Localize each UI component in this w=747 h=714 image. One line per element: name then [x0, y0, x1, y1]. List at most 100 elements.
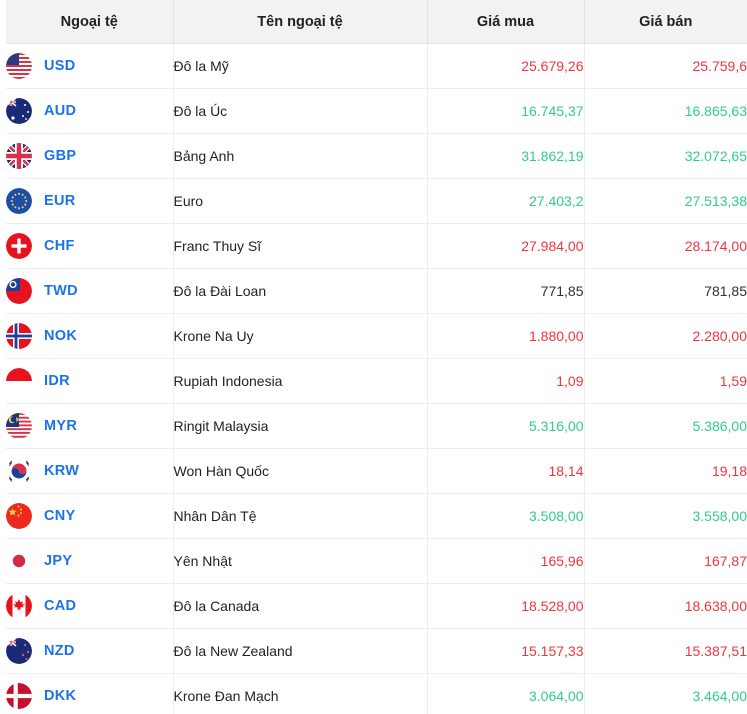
flag-ch-icon: [6, 233, 32, 259]
currency-name-cell: Nhân Dân Tệ: [173, 493, 428, 539]
currency-code-label: CHF: [44, 238, 75, 254]
currency-code-label: NZD: [44, 643, 75, 659]
table-body: USD Đô la Mỹ 25.679,26 25.759,6 AUD Đô la Úc 1…: [6, 43, 747, 714]
currency-name-cell: Đô la Canada: [173, 583, 428, 629]
currency-name-cell: Franc Thuy Sĩ: [173, 223, 428, 269]
currency-code-label: NOK: [44, 328, 78, 344]
column-header-currency-name: Tên ngoại tệ: [173, 0, 428, 44]
currency-name-cell: Rupiah Indonesia: [173, 358, 428, 404]
buy-price-cell: 3.064,00: [427, 673, 585, 714]
currency-code-label: EUR: [44, 193, 76, 209]
sell-price-cell: 1,59: [584, 358, 747, 404]
currency-code-cell: IDR: [6, 358, 174, 404]
table-row[interactable]: NOK Krone Na Uy 1.880,00 2.280,00: [6, 313, 747, 359]
table-row[interactable]: USD Đô la Mỹ 25.679,26 25.759,6: [6, 43, 747, 89]
sell-price-cell: 19,18: [584, 448, 747, 494]
currency-code-label: IDR: [44, 373, 70, 389]
flag-us-icon: [6, 53, 32, 79]
sell-price-cell: 3.464,00: [584, 673, 747, 714]
currency-code-cell: KRW: [6, 448, 174, 494]
sell-price-cell: 167,87: [584, 538, 747, 584]
currency-code-label: GBP: [44, 148, 77, 164]
buy-price-cell: 771,85: [427, 268, 585, 314]
currency-code-cell: NOK: [6, 313, 174, 359]
currency-name-cell: Krone Đan Mạch: [173, 673, 428, 714]
column-header-currency-code: Ngoại tệ: [6, 0, 174, 44]
table-row[interactable]: KRW Won Hàn Quốc 18,14 19,18: [6, 448, 747, 494]
currency-code-label: JPY: [44, 553, 73, 569]
table-row[interactable]: AUD Đô la Úc 16.745,37 16.865,63: [6, 88, 747, 134]
sell-price-cell: 28.174,00: [584, 223, 747, 269]
currency-code-label: KRW: [44, 463, 80, 479]
currency-code-label: MYR: [44, 418, 78, 434]
table-row[interactable]: NZD Đô la New Zealand 15.157,33 15.387,51: [6, 628, 747, 674]
currency-code-cell: TWD: [6, 268, 174, 314]
currency-code-label: CAD: [44, 598, 77, 614]
currency-code-label: USD: [44, 58, 76, 74]
table-row[interactable]: DKK Krone Đan Mạch 3.064,00 3.464,00: [6, 673, 747, 714]
column-header-sell-price: Giá bán: [584, 0, 747, 44]
currency-code-label: DKK: [44, 688, 77, 704]
table-row[interactable]: CHF Franc Thuy Sĩ 27.984,00 28.174,00: [6, 223, 747, 269]
currency-code-cell: AUD: [6, 88, 174, 134]
currency-code-cell: GBP: [6, 133, 174, 179]
buy-price-cell: 3.508,00: [427, 493, 585, 539]
currency-name-cell: Đô la Úc: [173, 88, 428, 134]
table-row[interactable]: MYR Ringit Malaysia 5.316,00 5.386,00: [6, 403, 747, 449]
currency-code-cell: MYR: [6, 403, 174, 449]
buy-price-cell: 15.157,33: [427, 628, 585, 674]
currency-name-cell: Yên Nhật: [173, 538, 428, 584]
currency-code-cell: CAD: [6, 583, 174, 629]
currency-code-label: TWD: [44, 283, 78, 299]
flag-kr-icon: [6, 458, 32, 484]
exchange-rate-table: Ngoại tệ Tên ngoại tệ Giá mua Giá bán US…: [6, 0, 747, 714]
buy-price-cell: 18.528,00: [427, 583, 585, 629]
flag-eu-icon: [6, 188, 32, 214]
sell-price-cell: 5.386,00: [584, 403, 747, 449]
flag-au-icon: [6, 98, 32, 124]
sell-price-cell: 781,85: [584, 268, 747, 314]
sell-price-cell: 2.280,00: [584, 313, 747, 359]
flag-tw-icon: [6, 278, 32, 304]
buy-price-cell: 25.679,26: [427, 43, 585, 89]
sell-price-cell: 25.759,6: [584, 43, 747, 89]
table-row[interactable]: TWD Đô la Đài Loan 771,85 781,85: [6, 268, 747, 314]
buy-price-cell: 1.880,00: [427, 313, 585, 359]
table-header: Ngoại tệ Tên ngoại tệ Giá mua Giá bán: [6, 0, 747, 44]
sell-price-cell: 16.865,63: [584, 88, 747, 134]
currency-name-cell: Đô la Mỹ: [173, 43, 428, 89]
currency-code-label: CNY: [44, 508, 76, 524]
sell-price-cell: 32.072,65: [584, 133, 747, 179]
flag-nz-icon: [6, 638, 32, 664]
sell-price-cell: 15.387,51: [584, 628, 747, 674]
flag-ca-icon: [6, 593, 32, 619]
table-row[interactable]: JPY Yên Nhật 165,96 167,87: [6, 538, 747, 584]
sell-price-cell: 27.513,38: [584, 178, 747, 224]
currency-code-cell: USD: [6, 43, 174, 89]
currency-name-cell: Đô la New Zealand: [173, 628, 428, 674]
currency-code-cell: CHF: [6, 223, 174, 269]
currency-name-cell: Đô la Đài Loan: [173, 268, 428, 314]
table-row[interactable]: IDR Rupiah Indonesia 1,09 1,59: [6, 358, 747, 404]
table-row[interactable]: GBP Bảng Anh 31.862,19 32.072,65: [6, 133, 747, 179]
flag-no-icon: [6, 323, 32, 349]
currency-name-cell: Won Hàn Quốc: [173, 448, 428, 494]
flag-id-icon: [6, 368, 32, 394]
table-row[interactable]: CAD Đô la Canada 18.528,00 18.638,00: [6, 583, 747, 629]
currency-name-cell: Ringit Malaysia: [173, 403, 428, 449]
currency-name-cell: Euro: [173, 178, 428, 224]
currency-name-cell: Krone Na Uy: [173, 313, 428, 359]
table-row[interactable]: EUR Euro 27.403,2 27.513,38: [6, 178, 747, 224]
buy-price-cell: 31.862,19: [427, 133, 585, 179]
flag-gb-icon: [6, 143, 32, 169]
currency-code-cell: NZD: [6, 628, 174, 674]
buy-price-cell: 1,09: [427, 358, 585, 404]
currency-name-cell: Bảng Anh: [173, 133, 428, 179]
table-row[interactable]: CNY Nhân Dân Tệ 3.508,00 3.558,00: [6, 493, 747, 539]
currency-code-cell: JPY: [6, 538, 174, 584]
buy-price-cell: 5.316,00: [427, 403, 585, 449]
currency-code-cell: DKK: [6, 673, 174, 714]
buy-price-cell: 18,14: [427, 448, 585, 494]
buy-price-cell: 27.403,2: [427, 178, 585, 224]
sell-price-cell: 3.558,00: [584, 493, 747, 539]
